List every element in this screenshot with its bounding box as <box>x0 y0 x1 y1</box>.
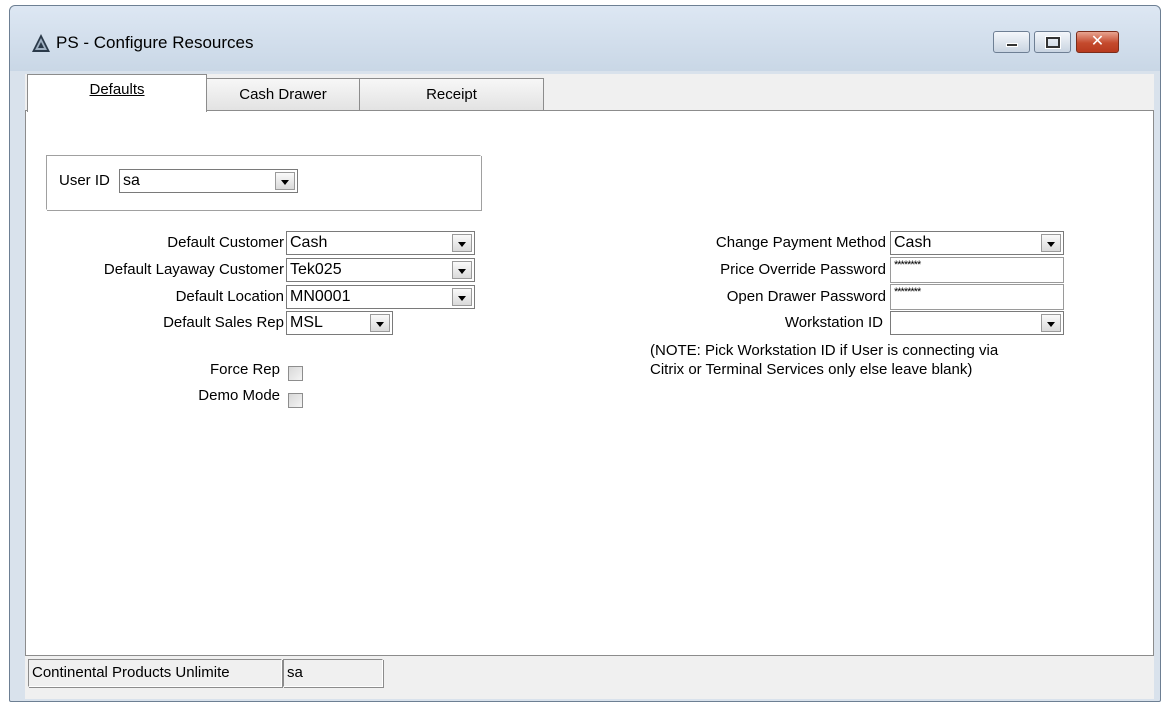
status-user: sa <box>283 659 383 687</box>
user-id-combo[interactable]: sa <box>119 169 298 193</box>
minimize-button[interactable] <box>993 31 1030 53</box>
dropdown-arrow-icon[interactable] <box>1041 314 1061 332</box>
force-rep-checkbox[interactable] <box>288 366 303 381</box>
tab-defaults[interactable]: Defaults <box>27 74 207 112</box>
dropdown-arrow-icon[interactable] <box>370 314 390 332</box>
demo-mode-checkbox[interactable] <box>288 393 303 408</box>
change-payment-method-combo[interactable]: Cash <box>890 231 1064 255</box>
tab-receipt[interactable]: Receipt <box>359 78 544 111</box>
workstation-id-label: Workstation ID <box>784 314 883 331</box>
price-override-password-input[interactable]: ******** <box>890 257 1064 283</box>
default-sales-rep-value: MSL <box>290 314 323 331</box>
close-icon: ✕ <box>1090 33 1105 50</box>
dropdown-arrow-icon[interactable] <box>275 172 295 190</box>
price-override-password-value: ******** <box>894 259 921 271</box>
change-payment-method-label: Change Payment Method <box>715 234 886 251</box>
open-drawer-password-input[interactable]: ******** <box>890 284 1064 310</box>
default-layaway-customer-combo[interactable]: Tek025 <box>286 258 475 282</box>
default-customer-label: Default Customer <box>167 234 284 251</box>
status-company: Continental Products Unlimite <box>28 659 282 687</box>
workstation-note: (NOTE: Pick Workstation ID if User is co… <box>650 342 999 378</box>
maximize-icon <box>1045 36 1061 49</box>
demo-mode-label: Demo Mode <box>198 387 280 404</box>
open-drawer-password-value: ******** <box>894 286 921 298</box>
default-sales-rep-label: Default Sales Rep <box>163 314 284 331</box>
title-bar[interactable]: PS - Configure Resources ✕ <box>10 6 1160 71</box>
dropdown-arrow-icon[interactable] <box>452 234 472 252</box>
client-area: Defaults Cash Drawer Receipt User ID sa … <box>25 74 1154 699</box>
change-payment-method-value: Cash <box>894 234 932 251</box>
default-customer-value: Cash <box>290 234 328 251</box>
close-button[interactable]: ✕ <box>1076 31 1119 53</box>
tab-defaults-label: Defaults <box>89 81 145 98</box>
app-icon <box>32 34 50 52</box>
tab-cash-drawer-label: Cash Drawer <box>239 86 327 103</box>
default-location-combo[interactable]: MN0001 <box>286 285 475 309</box>
maximize-button[interactable] <box>1034 31 1071 53</box>
force-rep-label: Force Rep <box>209 361 280 378</box>
dropdown-arrow-icon[interactable] <box>1041 234 1061 252</box>
default-layaway-customer-label: Default Layaway Customer <box>103 261 284 278</box>
default-customer-combo[interactable]: Cash <box>286 231 475 255</box>
window-title: PS - Configure Resources <box>56 33 254 52</box>
user-id-value: sa <box>123 172 140 189</box>
tab-cash-drawer[interactable]: Cash Drawer <box>206 78 360 111</box>
default-layaway-customer-value: Tek025 <box>290 261 342 278</box>
dropdown-arrow-icon[interactable] <box>452 261 472 279</box>
default-location-value: MN0001 <box>290 288 351 305</box>
default-location-label: Default Location <box>175 288 284 305</box>
defaults-panel: User ID sa Default Customer Cash Default… <box>25 110 1154 656</box>
workstation-id-combo[interactable] <box>890 311 1064 335</box>
app-window: PS - Configure Resources ✕ Defaults Cash… <box>9 5 1161 702</box>
minimize-icon <box>1006 43 1018 47</box>
default-sales-rep-combo[interactable]: MSL <box>286 311 393 335</box>
user-groupbox: User ID sa <box>46 155 481 210</box>
dropdown-arrow-icon[interactable] <box>452 288 472 306</box>
open-drawer-password-label: Open Drawer Password <box>726 288 886 305</box>
user-id-label: User ID <box>59 172 110 189</box>
tab-receipt-label: Receipt <box>426 86 477 103</box>
price-override-password-label: Price Override Password <box>720 261 886 278</box>
